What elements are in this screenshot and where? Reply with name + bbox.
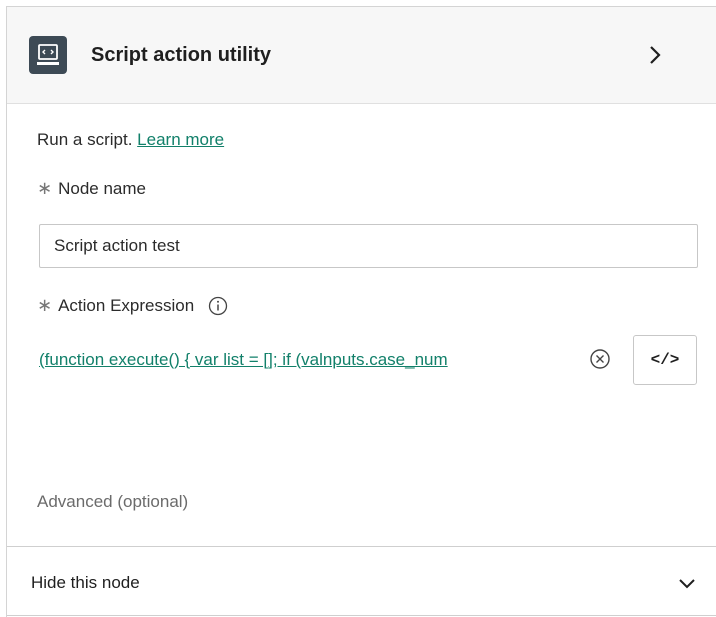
description: Run a script. Learn more <box>37 130 224 150</box>
action-expression-link[interactable]: (function execute() { var list = []; if … <box>39 350 574 370</box>
required-marker: ∗ <box>37 178 53 198</box>
advanced-optional-toggle[interactable]: Advanced (optional) <box>37 492 188 512</box>
script-action-panel: Script action utility Run a script. Lear… <box>6 6 716 617</box>
hide-node-label: Hide this node <box>31 573 140 592</box>
hide-node-row[interactable]: Hide this node <box>7 546 716 616</box>
learn-more-link[interactable]: Learn more <box>137 130 224 149</box>
node-name-label-text: Node name <box>58 178 146 198</box>
panel-header: Script action utility <box>7 7 716 104</box>
required-marker: ∗ <box>37 295 53 315</box>
info-icon[interactable] <box>208 296 228 316</box>
script-code-icon <box>29 36 67 74</box>
node-name-label: ∗ Node name <box>37 178 146 199</box>
chevron-down-icon[interactable] <box>676 572 698 594</box>
action-expression-label-text: Action Expression <box>58 295 195 315</box>
clear-circle-icon[interactable] <box>589 348 611 370</box>
chevron-right-icon[interactable] <box>643 43 667 67</box>
panel-title: Script action utility <box>91 44 272 66</box>
code-editor-button[interactable]: </> <box>633 335 697 385</box>
action-expression-label: ∗ Action Expression <box>37 295 228 316</box>
node-name-input[interactable] <box>39 224 698 268</box>
description-text: Run a script. <box>37 130 133 149</box>
